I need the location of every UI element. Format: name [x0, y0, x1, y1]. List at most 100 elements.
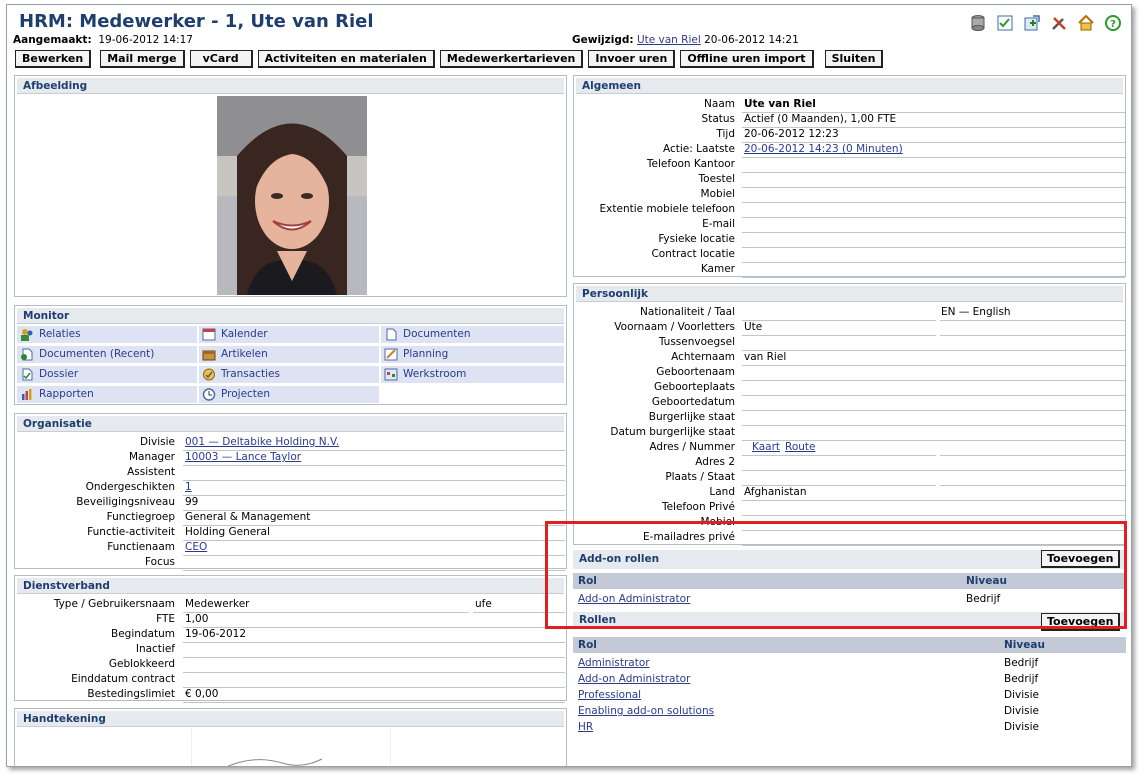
- dv-label: Inactief: [135, 643, 175, 655]
- dv-label: Type / Gebruikersnaam: [53, 598, 175, 610]
- role-link[interactable]: Administrator: [578, 656, 650, 670]
- monitor-planning[interactable]: Planning: [381, 346, 564, 363]
- row-underline: [183, 612, 469, 613]
- row-underline: [742, 365, 1125, 366]
- rollen-row: Professional Divisie: [573, 688, 1126, 703]
- monitor-artikelen[interactable]: Artikelen: [199, 346, 379, 363]
- vcard-button[interactable]: vCard: [189, 50, 253, 68]
- offline-hours-import-button[interactable]: Offline uren import: [680, 50, 814, 68]
- row-underline: [183, 657, 565, 658]
- persoonlijk-label: Geboorteplaats: [653, 381, 735, 393]
- algemeen-label: Extentie mobiele telefoon: [599, 203, 735, 215]
- database-icon[interactable]: [968, 13, 988, 33]
- monitor-relaties[interactable]: Relaties: [17, 326, 197, 343]
- created-value: 19-06-2012 14:17: [98, 34, 193, 46]
- modified-by-link[interactable]: Ute van Riel: [637, 34, 701, 46]
- route-link[interactable]: Route: [785, 441, 815, 453]
- org-value[interactable]: CEO: [185, 541, 207, 553]
- handtekening-title: Handtekening: [17, 711, 564, 727]
- persoonlijk-title: Persoonlijk: [576, 286, 1123, 302]
- persoonlijk-label: Voornaam / Voorletters: [614, 321, 735, 333]
- row-underline: [742, 232, 1125, 233]
- checklist-icon[interactable]: [995, 13, 1015, 33]
- transactions-icon: [203, 368, 215, 381]
- persoonlijk-label: Achternaam: [671, 351, 735, 363]
- close-button[interactable]: Sluiten: [824, 50, 884, 68]
- tools-icon[interactable]: [1049, 13, 1069, 33]
- algemeen-value: Actief (0 Maanden), 1,00 FTE: [744, 113, 897, 125]
- modified-info: Gewijzigd: Ute van Riel 20-06-2012 14:21: [572, 34, 799, 46]
- org-label: Focus: [145, 556, 175, 568]
- monitor-dossier-label: Dossier: [39, 368, 79, 380]
- row-underline: [742, 320, 936, 321]
- algemeen-value[interactable]: 20-06-2012 14:23 (0 Minuten): [744, 143, 903, 155]
- dienstverband-title: Dienstverband: [17, 578, 564, 594]
- app-window: HRM: Medewerker - 1, Ute van Riel ? Aang…: [6, 4, 1132, 767]
- activities-button[interactable]: Activiteiten en materialen: [257, 50, 435, 68]
- monitor-kalender[interactable]: Kalender: [199, 326, 379, 343]
- org-value[interactable]: 001 — Deltabike Holding N.V.: [185, 436, 339, 448]
- monitor-artikelen-label: Artikelen: [221, 348, 268, 360]
- organisatie-title: Organisatie: [17, 416, 564, 432]
- monitor-dossier[interactable]: Dossier: [17, 366, 197, 383]
- org-value[interactable]: 10003 — Lance Taylor: [185, 451, 301, 463]
- monitor-transacties[interactable]: Transacties: [199, 366, 379, 383]
- role-niveau: Bedrijf: [1004, 673, 1039, 685]
- rollen-col-rol: Rol: [578, 639, 597, 651]
- dv-value: Medewerker: [185, 598, 250, 610]
- org-label: Manager: [128, 451, 175, 463]
- org-value[interactable]: 1: [185, 481, 192, 493]
- persoonlijk-label: Telefoon Privé: [661, 501, 735, 513]
- map-link[interactable]: Kaart: [752, 441, 780, 453]
- row-underline: [742, 395, 1125, 396]
- modified-value: 20-06-2012 14:21: [704, 34, 799, 46]
- dv-value: 1,00: [185, 613, 209, 625]
- home-icon[interactable]: [1076, 13, 1096, 33]
- monitor-documenten[interactable]: Documenten: [381, 326, 564, 343]
- persoonlijk-label: Adres 2: [695, 456, 735, 468]
- role-link[interactable]: Enabling add-on solutions: [578, 704, 714, 718]
- chart-icon: [22, 389, 32, 400]
- title-icons: ?: [968, 13, 1123, 33]
- monitor-planning-label: Planning: [403, 348, 449, 360]
- row-underline: [742, 187, 1125, 188]
- persoonlijk-label: Geboortedatum: [651, 396, 735, 408]
- org-label: Beveiligingsniveau: [76, 496, 175, 508]
- dv-label: Begindatum: [111, 628, 175, 640]
- hours-entry-button[interactable]: Invoer uren: [588, 50, 676, 68]
- role-niveau: Divisie: [1004, 705, 1039, 717]
- persoonlijk-label: Land: [709, 486, 735, 498]
- role-link[interactable]: HR: [578, 720, 593, 734]
- mail-merge-button[interactable]: Mail merge: [100, 50, 185, 68]
- row-underline: [742, 470, 1125, 471]
- row-underline: [742, 380, 1125, 381]
- monitor-rapporten[interactable]: Rapporten: [17, 386, 197, 403]
- role-link[interactable]: Professional: [578, 688, 641, 702]
- rollen-table-header: Rol Niveau: [573, 637, 1126, 653]
- monitor-documenten-recent[interactable]: Documenten (Recent): [17, 346, 197, 363]
- row-underline: [742, 247, 1125, 248]
- role-link[interactable]: Add-on Administrator: [578, 672, 690, 686]
- employee-rates-button[interactable]: Medewerkertarieven: [439, 50, 584, 68]
- row-underline: [940, 485, 1125, 486]
- row-underline: [742, 515, 1125, 516]
- monitor-projecten[interactable]: Projecten: [199, 386, 379, 403]
- row-underline: [742, 172, 1125, 173]
- signature-image: [191, 729, 391, 766]
- persoonlijk-value: Afghanistan: [744, 486, 807, 498]
- monitor-documenten-recent-label: Documenten (Recent): [39, 348, 155, 360]
- edit-button[interactable]: Bewerken: [15, 50, 92, 68]
- row-underline: [742, 425, 1125, 426]
- row-underline: [742, 277, 1125, 278]
- new-window-icon[interactable]: [1022, 13, 1042, 33]
- algemeen-label: Contract locatie: [651, 248, 735, 260]
- monitor-rapporten-label: Rapporten: [39, 388, 94, 400]
- org-label: Functie-activiteit: [87, 526, 175, 538]
- monitor-werkstroom[interactable]: Werkstroom: [381, 366, 564, 383]
- dv-label: FTE: [156, 613, 175, 625]
- algemeen-value: 20-06-2012 12:23: [744, 128, 839, 140]
- row-underline: [183, 702, 565, 703]
- algemeen-label: E-mail: [702, 218, 735, 230]
- rollen-row: Enabling add-on solutions Divisie: [573, 704, 1126, 719]
- help-icon[interactable]: ?: [1103, 13, 1123, 33]
